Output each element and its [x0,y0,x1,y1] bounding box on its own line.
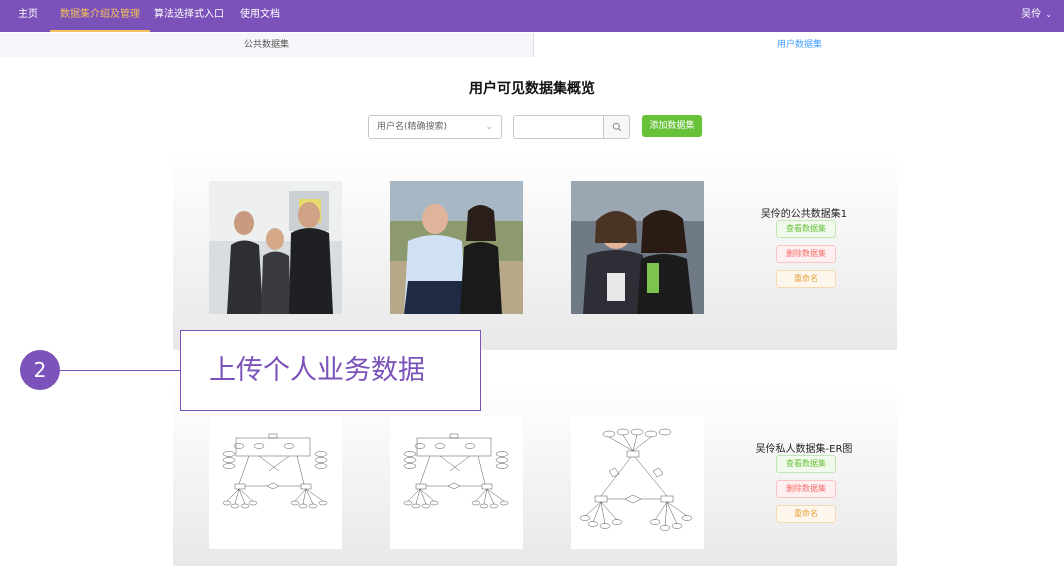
search-button[interactable] [603,115,630,139]
step-number-badge: 2 [20,350,60,390]
er-diagram-icon [390,416,523,549]
add-dataset-button[interactable]: 添加数据集 [642,115,702,137]
rename-dataset-button[interactable]: 重命名 [776,270,836,288]
callout-label: 上传个人业务数据 [180,330,481,411]
tab-public-datasets[interactable]: 公共数据集 [0,33,534,57]
dataset-thumbnail[interactable] [571,181,704,314]
photo-people-icon [209,181,342,314]
delete-dataset-button[interactable]: 删除数据集 [776,245,836,263]
nav-home[interactable]: 主页 [18,0,38,32]
nav-dataset-management[interactable]: 数据集介绍及管理 [50,0,150,32]
view-dataset-button[interactable]: 查看数据集 [776,455,836,473]
er-diagram-icon [571,416,704,549]
chevron-down-icon: ⌄ [485,122,493,132]
tab-user-datasets[interactable]: 用户数据集 [535,33,1064,57]
callout-connector [60,370,180,371]
nav-docs[interactable]: 使用文档 [240,0,280,32]
user-name: 吴伶 [1021,9,1042,20]
photo-people-icon [571,181,704,314]
chevron-down-icon: ⌄ [1045,10,1052,19]
dataset-name: 吴伶的公共数据集1 [760,209,848,220]
delete-dataset-button[interactable]: 删除数据集 [776,480,836,498]
dataset-thumbnail[interactable] [571,416,704,549]
search-input[interactable] [513,115,604,139]
username-select[interactable]: 用户名(精确搜索) ⌄ [368,115,502,139]
dataset-thumbnail[interactable] [390,416,523,549]
dataset-tabs: 公共数据集 用户数据集 [0,33,1064,57]
photo-people-icon [390,181,523,314]
user-menu[interactable]: 吴伶 ⌄ [1021,0,1052,32]
select-placeholder: 用户名(精确搜索) [377,122,448,132]
dataset-thumbnail[interactable] [209,416,342,549]
nav-algorithm-entry[interactable]: 算法选择式入口 [154,0,224,32]
dataset-name: 吴伶私人数据集-ER图 [755,444,853,455]
rename-dataset-button[interactable]: 重命名 [776,505,836,523]
er-diagram-icon [209,416,342,549]
dataset-thumbnail[interactable] [390,181,523,314]
search-icon [612,122,622,132]
dataset-card: 吴伶的公共数据集1 查看数据集 删除数据集 重命名 [173,150,897,350]
view-dataset-button[interactable]: 查看数据集 [776,220,836,238]
top-nav: 主页 数据集介绍及管理 算法选择式入口 使用文档 吴伶 ⌄ [0,0,1064,32]
page-title: 用户可见数据集概览 [469,81,595,97]
dataset-thumbnail[interactable] [209,181,342,314]
dataset-card: 吴伶私人数据集-ER图 查看数据集 删除数据集 重命名 [173,386,897,566]
